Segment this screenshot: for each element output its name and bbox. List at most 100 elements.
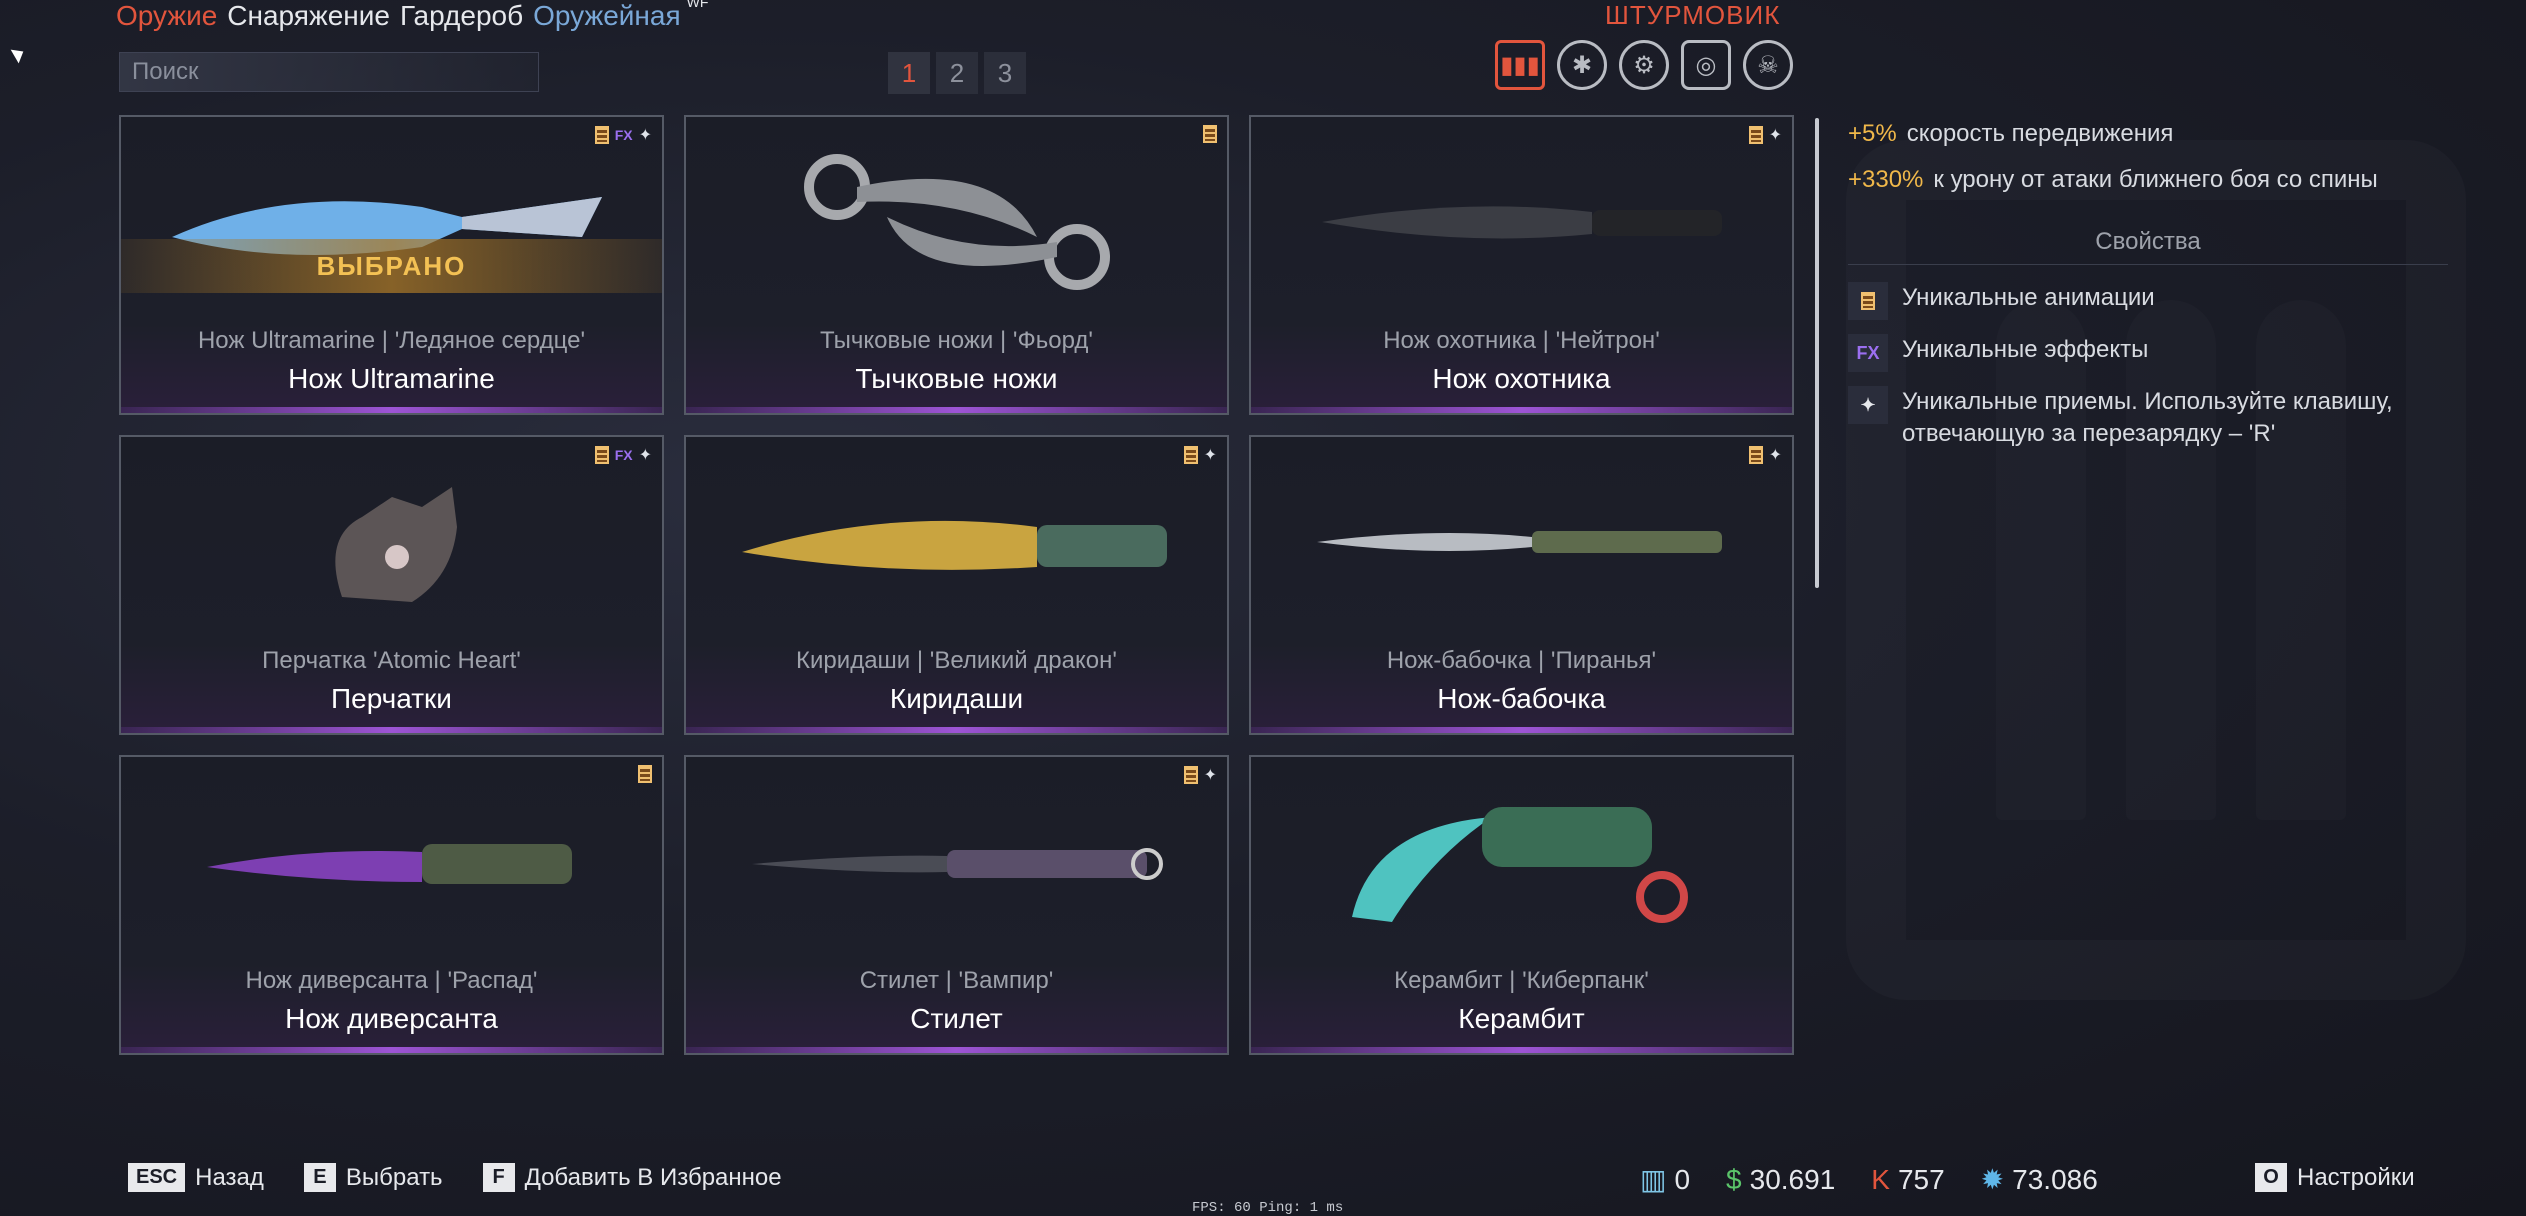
sniper-icon[interactable]: ◎ xyxy=(1681,40,1731,90)
item-image xyxy=(686,777,1227,947)
stat-value: +5% xyxy=(1848,120,1897,147)
stats-panel: +5% скорость передвижения +330% к урону от … xyxy=(1848,120,2378,212)
hotkey-label: Назад xyxy=(195,1163,264,1191)
crown-bank-icon: ▥ xyxy=(1640,1164,1667,1195)
page-button[interactable]: 3 xyxy=(984,52,1026,94)
hotkey-key: ESC xyxy=(128,1163,186,1192)
spark-icon: ✦ xyxy=(1848,386,1888,424)
class-title: ШТУРМОВИК xyxy=(1605,0,1781,30)
hotkey-label: Выбрать xyxy=(345,1163,443,1191)
stat-row: +5% скорость передвижения xyxy=(1848,120,2378,148)
kredit-icon: K xyxy=(1871,1163,1890,1195)
item-skin-name: Нож Ultramarine | 'Ледяное сердце' xyxy=(197,327,586,354)
property-row: Уникальные анимации xyxy=(1848,282,2462,320)
animation-icon xyxy=(1848,282,1888,320)
item-name: Нож диверсанта xyxy=(285,1003,498,1034)
currency-bar: ▥ 0 $30.691 K 757 ✹ 73.086 xyxy=(1640,1163,2098,1196)
skull-icon[interactable]: ☠ xyxy=(1743,40,1793,90)
currency-value: 73.086 xyxy=(2012,1163,2098,1195)
settings-label: Настройки xyxy=(2297,1163,2415,1191)
rifleman-icon[interactable]: ▮▮▮ xyxy=(1495,40,1545,90)
item-image xyxy=(1251,457,1792,627)
item-skin-name: Киридаши | 'Великий дракон' xyxy=(796,647,1117,674)
item-card[interactable]: Тычковые ножи | 'Фьорд' Тычковые ножи xyxy=(684,115,1229,415)
currency: ▥ 0 xyxy=(1640,1163,1690,1196)
settings-key: O xyxy=(2255,1163,2287,1192)
nav-tab[interactable]: Оружие xyxy=(116,0,217,34)
item-image xyxy=(1251,777,1792,947)
item-skin-name: Стилет | 'Вампир' xyxy=(859,967,1054,994)
hotkey-bar: ESC Назад E Выбрать F Добавить В Избранное xyxy=(128,1163,782,1192)
search-input[interactable] xyxy=(119,52,539,92)
background-bullets xyxy=(1996,300,2346,820)
stat-value: +330% xyxy=(1848,166,1924,193)
currency-value: 30.691 xyxy=(1749,1163,1836,1195)
nav-tab[interactable]: Снаряжение xyxy=(227,0,390,34)
hotkey-key: F xyxy=(482,1163,515,1192)
item-card[interactable]: ✦ Нож охотника | 'Нейтрон' Нож охотника xyxy=(1249,115,1794,415)
item-name: Стилет xyxy=(910,1003,1003,1034)
item-name: Перчатки xyxy=(331,683,452,714)
nav-tab[interactable]: Оружейная xyxy=(533,0,681,34)
item-image xyxy=(686,457,1227,627)
engineer-icon[interactable]: ⚙ xyxy=(1619,40,1669,90)
top-nav: Оружие Снаряжение Гардероб Оружейная WF xyxy=(116,0,712,34)
item-card[interactable]: ✦ Киридаши | 'Великий дракон' Киридаши xyxy=(684,435,1229,735)
item-image xyxy=(686,137,1227,307)
nav-tag: WF xyxy=(686,0,709,10)
currency: K 757 xyxy=(1871,1164,1944,1196)
hotkey-button[interactable]: ESC Назад xyxy=(128,1163,264,1192)
medic-icon[interactable]: ✱ xyxy=(1557,40,1607,90)
stat-row: +330% к урону от атаки ближнего боя со сп… xyxy=(1848,166,2378,194)
page-button[interactable]: 1 xyxy=(888,52,930,94)
item-skin-name: Нож диверсанта | 'Распад' xyxy=(245,967,538,994)
item-skin-name: Нож охотника | 'Нейтрон' xyxy=(1383,327,1660,354)
item-card[interactable]: ✦ Стилет | 'Вампир' Стилет xyxy=(684,755,1229,1055)
currency: ✹ 73.086 xyxy=(1981,1163,2098,1196)
item-card[interactable]: Нож диверсанта | 'Распад' Нож диверсанта xyxy=(119,755,664,1055)
item-card[interactable]: FX ✦ Перчатка 'Atomic Heart' Перчатки xyxy=(119,435,664,735)
page-button[interactable]: 2 xyxy=(936,52,978,94)
item-name: Тычковые ножи xyxy=(855,363,1058,394)
properties-title: Свойства xyxy=(1848,228,2448,265)
settings-button[interactable]: O Настройки xyxy=(2255,1163,2415,1192)
item-name: Киридаши xyxy=(889,683,1024,714)
stat-text: к урону от атаки ближнего боя со спины xyxy=(1933,166,2378,193)
item-card[interactable]: FX ✦ ВЫБРАНО Нож Ultramarine | 'Ледяное сер… xyxy=(119,115,664,415)
animation-glyph xyxy=(1861,292,1875,310)
hotkey-button[interactable]: E Выбрать xyxy=(303,1163,443,1192)
grid-scrollbar[interactable] xyxy=(1815,118,1819,588)
gear-currency-icon: ✹ xyxy=(1980,1164,2005,1195)
item-name: Нож-бабочка xyxy=(1437,683,1606,714)
hotkey-label: Добавить В Избранное xyxy=(524,1163,782,1191)
property-text: Уникальные эффекты xyxy=(1902,336,2149,363)
item-grid: FX ✦ ВЫБРАНО Нож Ultramarine | 'Ледяное сер… xyxy=(119,115,1794,1055)
nav-tab[interactable]: Гардероб xyxy=(400,0,523,34)
item-name: Керамбит xyxy=(1458,1003,1585,1034)
property-row: ✦ Уникальные приемы. Используйте клавишу,… xyxy=(1848,386,2462,450)
page-selector: 123 xyxy=(888,52,1026,94)
item-image xyxy=(121,457,662,627)
hotkey-button[interactable]: F Добавить В Избранное xyxy=(482,1163,782,1192)
property-row: FX Уникальные эффекты xyxy=(1848,334,2462,372)
class-filter-bar: ▮▮▮ ✱ ⚙ ◎ ☠ xyxy=(1495,40,1793,90)
mouse-cursor-icon xyxy=(10,44,28,64)
currency: $30.691 xyxy=(1726,1164,1835,1196)
item-image xyxy=(1251,137,1792,307)
property-text: Уникальные анимации xyxy=(1902,284,2155,311)
currency-value: 0 xyxy=(1674,1163,1691,1195)
selected-banner: ВЫБРАНО xyxy=(121,239,662,293)
item-skin-name: Нож-бабочка | 'Пиранья' xyxy=(1386,647,1657,674)
item-skin-name: Керамбит | 'Киберпанк' xyxy=(1394,967,1649,994)
hotkey-key: E xyxy=(303,1163,336,1192)
currency-value: 757 xyxy=(1897,1163,1945,1195)
fx-icon: FX xyxy=(1848,334,1888,372)
item-name: Нож охотника xyxy=(1432,363,1611,394)
property-text: Уникальные приемы. Используйте клавишу, … xyxy=(1902,388,2393,447)
item-image xyxy=(121,777,662,947)
item-card[interactable]: ✦ Нож-бабочка | 'Пиранья' Нож-бабочка xyxy=(1249,435,1794,735)
item-skin-name: Перчатка 'Atomic Heart' xyxy=(262,647,521,674)
stat-text: скорость передвижения xyxy=(1906,120,2174,147)
item-card[interactable]: Керамбит | 'Киберпанк' Керамбит xyxy=(1249,755,1794,1055)
item-skin-name: Тычковые ножи | 'Фьорд' xyxy=(820,327,1093,354)
